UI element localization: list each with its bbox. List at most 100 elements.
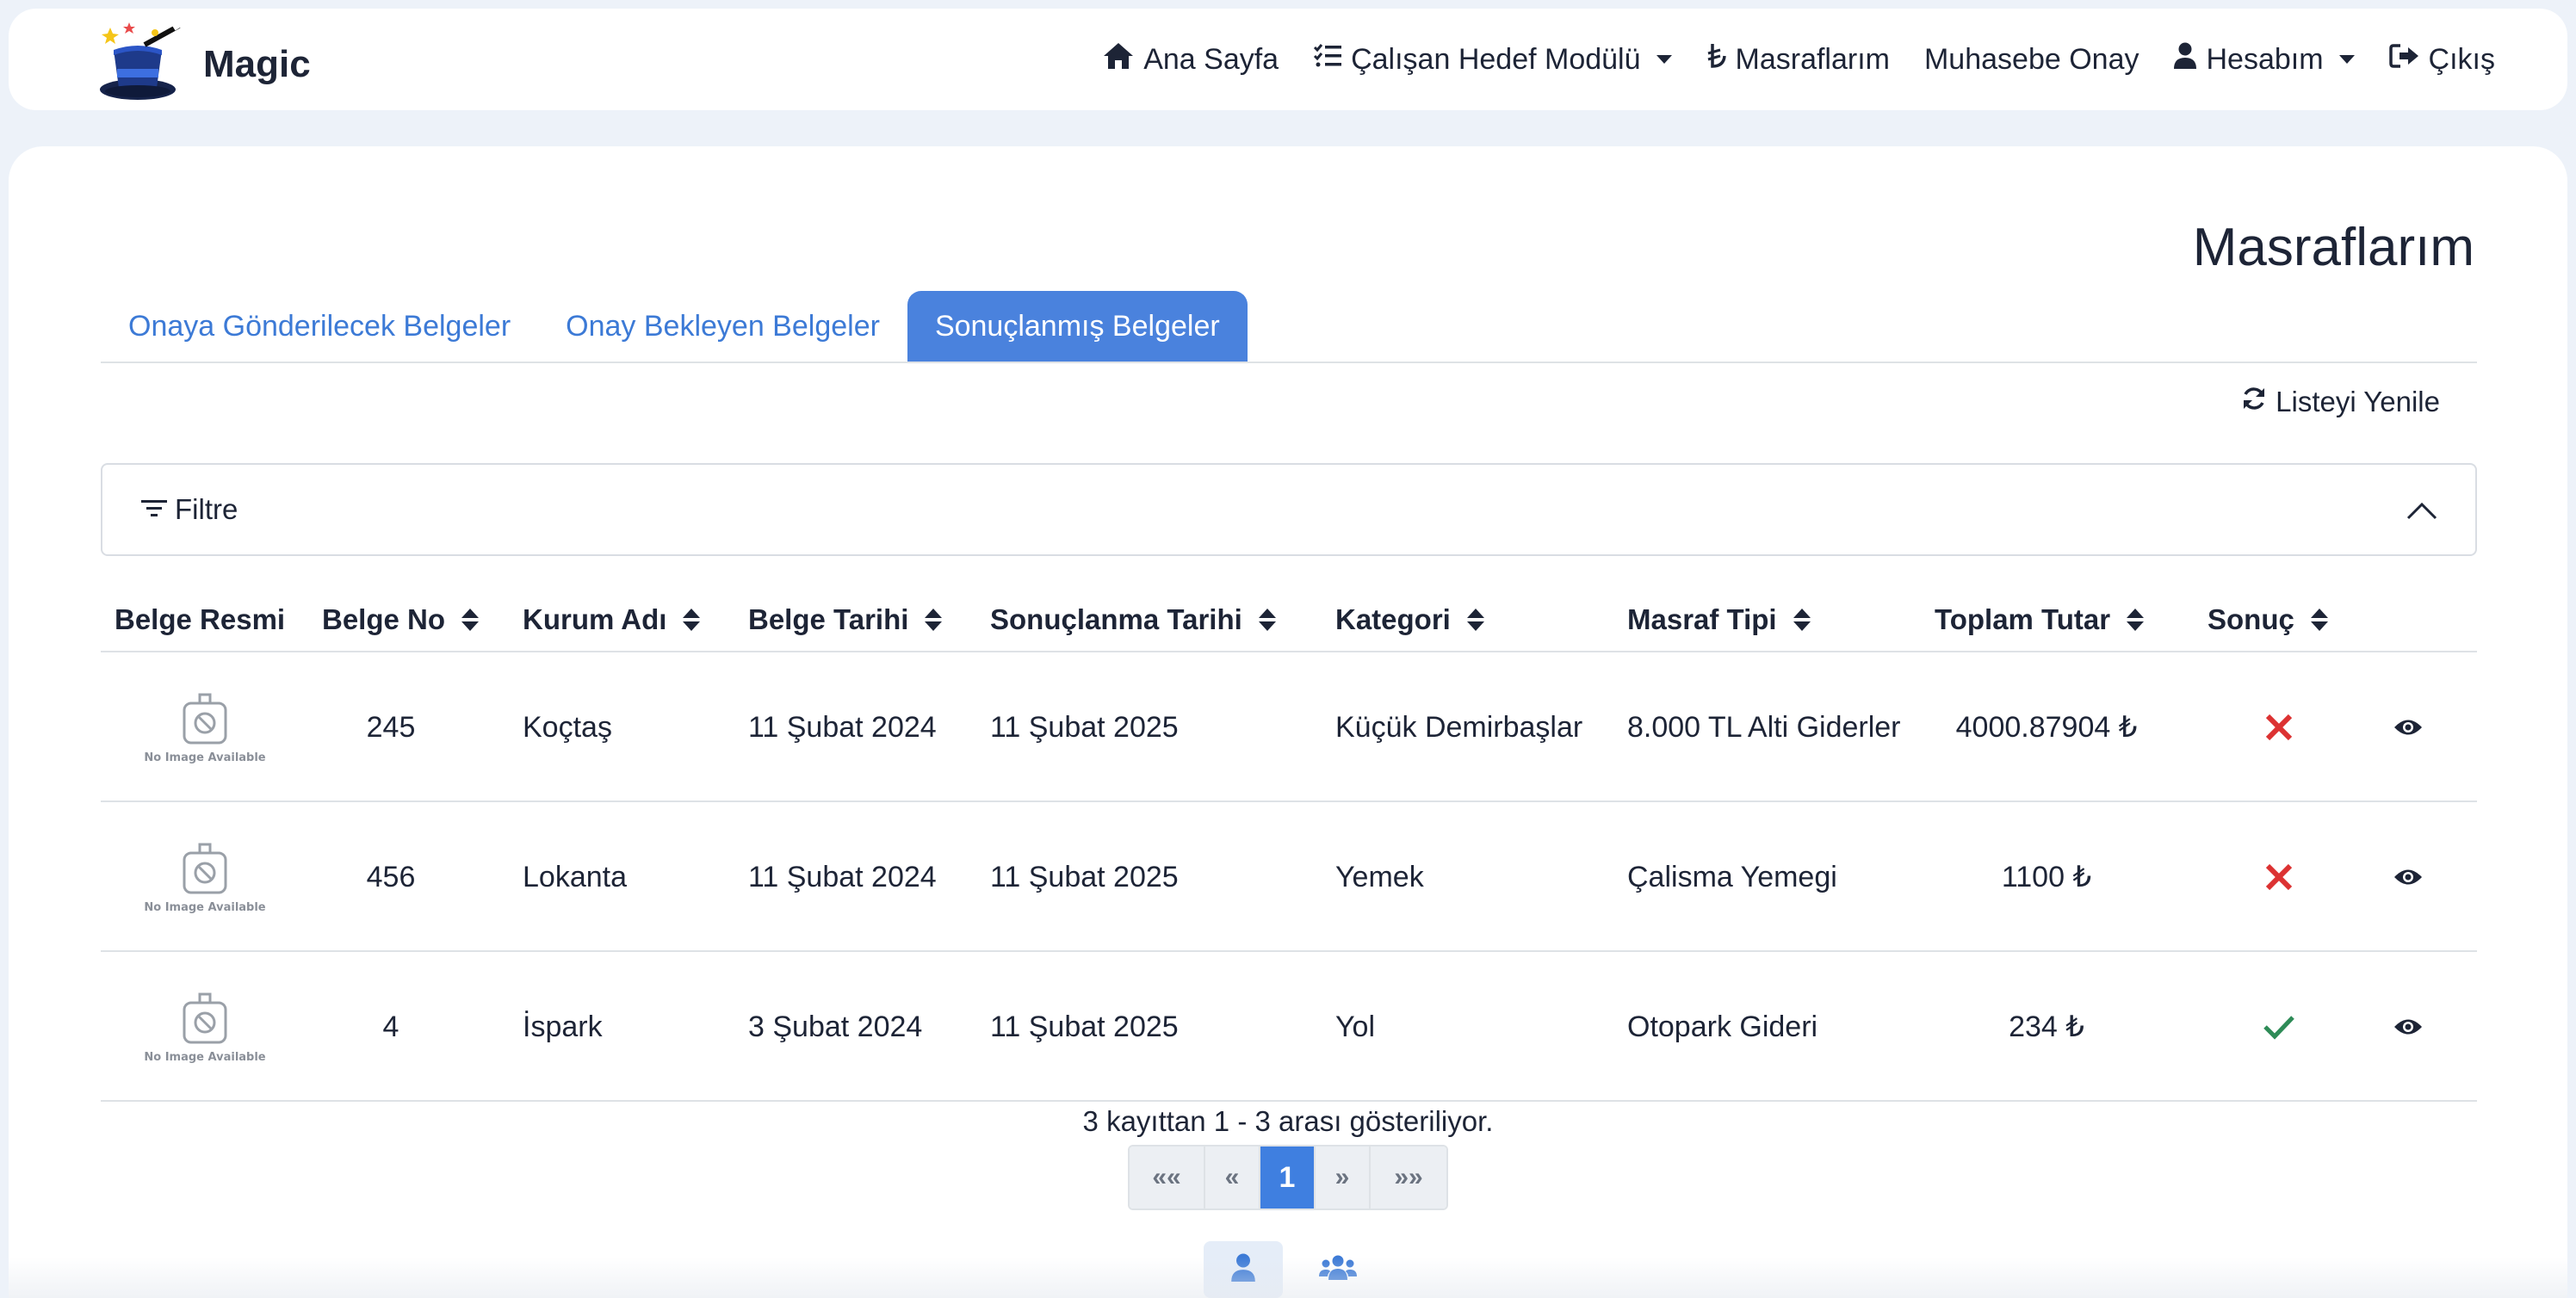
tab-bar: Onaya Gönderilecek Belgeler Onay Bekleye… <box>101 291 2477 363</box>
view-switch <box>1204 1241 1378 1298</box>
filter-panel-header[interactable]: Filtre <box>101 463 2477 556</box>
column-header-doc-date[interactable]: Belge Tarihi <box>748 587 943 652</box>
cell-doc-date: 11 Şubat 2024 <box>748 860 937 893</box>
view-eye-icon[interactable] <box>2374 652 2443 802</box>
nav-goals-dropdown[interactable]: Çalışan Hedef Modülü <box>1313 42 1672 77</box>
cell-category: Yol <box>1335 1010 1376 1043</box>
column-header-total[interactable]: Toplam Tutar <box>1935 587 2145 652</box>
cell-doc-date: 3 Şubat 2024 <box>748 1010 923 1043</box>
table-header: Belge Resmi Belge No Kurum Adı Belge Tar… <box>101 587 2477 652</box>
filter-label: Filtre <box>175 493 238 525</box>
cell-category: Küçük Demirbaşlar <box>1335 710 1583 744</box>
sort-icon <box>2310 609 2328 631</box>
sort-icon <box>2127 609 2145 631</box>
column-header-category[interactable]: Kategori <box>1335 587 1485 652</box>
document-thumbnail[interactable]: No Image Available <box>115 952 295 1102</box>
document-thumbnail[interactable]: No Image Available <box>115 802 295 952</box>
column-header-institution[interactable]: Kurum Adı <box>523 587 701 652</box>
cell-doc-date: 11 Şubat 2024 <box>748 710 937 744</box>
cell-doc-no: 456 <box>366 860 416 893</box>
refresh-icon <box>2241 386 2267 418</box>
cell-total: 234 ₺ <box>2009 1011 2084 1043</box>
cell-expense-type: Çalisma Yemegi <box>1627 860 1837 893</box>
cell-expense-type: Otopark Gideri <box>1627 1010 1818 1043</box>
view-eye-icon[interactable] <box>2374 952 2443 1102</box>
document-thumbnail[interactable]: No Image Available <box>115 652 295 802</box>
column-header-doc-no[interactable]: Belge No <box>322 587 480 652</box>
nav-accounting[interactable]: Muhasebe Onay <box>1924 43 2139 77</box>
column-header-expense-type[interactable]: Masraf Tipi <box>1627 587 1811 652</box>
nav-home-label: Ana Sayfa <box>1143 42 1279 76</box>
prev-page-button[interactable]: « <box>1205 1147 1260 1208</box>
brand-name: Magic <box>203 42 311 85</box>
chevron-down-icon <box>2338 55 2355 64</box>
magic-hat-icon <box>95 21 189 108</box>
view-eye-icon[interactable] <box>2374 802 2443 952</box>
nav-home[interactable]: Ana Sayfa <box>1102 41 1279 78</box>
sort-icon <box>683 609 701 631</box>
chevron-up-icon[interactable] <box>2405 494 2439 528</box>
column-header-result-date[interactable]: Sonuçlanma Tarihi <box>990 587 1277 652</box>
logout-icon <box>2388 43 2420 77</box>
nav-goals-label: Çalışan Hedef Modülü <box>1351 42 1641 76</box>
cell-institution: Lokanta <box>523 860 627 893</box>
cell-expense-type: 8.000 TL Alti Giderler <box>1627 710 1901 744</box>
sort-icon <box>1466 609 1484 631</box>
cell-total: 4000.87904 ₺ <box>1955 711 2138 744</box>
tab-to-send[interactable]: Onaya Gönderilecek Belgeler <box>101 291 538 362</box>
lira-icon <box>1706 42 1727 77</box>
filter-icon <box>140 493 168 526</box>
table-row: No Image Available 456 Lokanta 11 Şubat … <box>101 802 2477 952</box>
tab-pending[interactable]: Onay Bekleyen Belgeler <box>538 291 907 362</box>
cell-result-date: 11 Şubat 2025 <box>990 1010 1179 1043</box>
nav-logout[interactable]: Çıkış <box>2388 42 2495 77</box>
column-header-image: Belge Resmi <box>115 603 286 635</box>
cell-result-date: 11 Şubat 2025 <box>990 860 1179 893</box>
no-image-label: No Image Available <box>144 751 266 764</box>
cell-doc-no: 245 <box>366 710 416 744</box>
cell-result-date: 11 Şubat 2025 <box>990 710 1179 744</box>
nav-expenses[interactable]: Masraflarım <box>1706 42 1890 77</box>
page-title: Masraflarım <box>2192 218 2474 277</box>
pagination: «« « 1 » »» <box>1128 1145 1448 1210</box>
tab-concluded[interactable]: Sonuçlanmış Belgeler <box>907 291 1248 362</box>
user-icon <box>2173 42 2197 77</box>
column-header-result[interactable]: Sonuç <box>2208 587 2329 652</box>
sort-icon <box>925 609 943 631</box>
table-row: No Image Available 4 İspark 3 Şubat 2024… <box>101 952 2477 1102</box>
page-1-button[interactable]: 1 <box>1260 1147 1316 1208</box>
no-image-icon <box>183 843 227 893</box>
cell-doc-no: 4 <box>382 1010 399 1043</box>
team-view-button[interactable] <box>1298 1241 1378 1298</box>
cell-category: Yemek <box>1335 860 1424 893</box>
list-check-icon <box>1313 43 1342 77</box>
first-page-button[interactable]: «« <box>1130 1147 1205 1208</box>
no-image-icon <box>183 992 227 1043</box>
expenses-table: Belge Resmi Belge No Kurum Adı Belge Tar… <box>101 587 2477 1102</box>
nav-logout-label: Çıkış <box>2428 42 2495 76</box>
table-row: No Image Available 245 Koçtaş 11 Şubat 2… <box>101 652 2477 802</box>
top-navbar: Magic Ana Sayfa Çalışan Hedef Modülü Mas… <box>9 9 2567 110</box>
nav-account-dropdown[interactable]: Hesabım <box>2173 42 2355 77</box>
last-page-button[interactable]: »» <box>1371 1147 1446 1208</box>
home-icon <box>1102 41 1135 78</box>
rejected-icon <box>2236 802 2322 952</box>
no-image-label: No Image Available <box>144 1050 266 1064</box>
chevron-down-icon <box>1656 55 1672 64</box>
users-group-icon <box>1319 1254 1357 1286</box>
sort-icon <box>1793 609 1811 631</box>
no-image-label: No Image Available <box>144 900 266 914</box>
approved-check-icon <box>2236 952 2322 1102</box>
rejected-icon <box>2236 652 2322 802</box>
no-image-icon <box>183 693 227 744</box>
cell-institution: İspark <box>523 1010 603 1043</box>
user-icon <box>1230 1253 1256 1287</box>
next-page-button[interactable]: » <box>1316 1147 1371 1208</box>
personal-view-button[interactable] <box>1204 1241 1283 1298</box>
refresh-label: Listeyi Yenile <box>2276 386 2440 417</box>
brand[interactable]: Magic <box>95 21 311 108</box>
cell-institution: Koçtaş <box>523 710 612 744</box>
sort-icon <box>461 609 480 631</box>
refresh-list-button[interactable]: Listeyi Yenile <box>2241 386 2440 418</box>
pagination-info: 3 kayıttan 1 - 3 arası gösteriliyor. <box>1082 1105 1494 1137</box>
